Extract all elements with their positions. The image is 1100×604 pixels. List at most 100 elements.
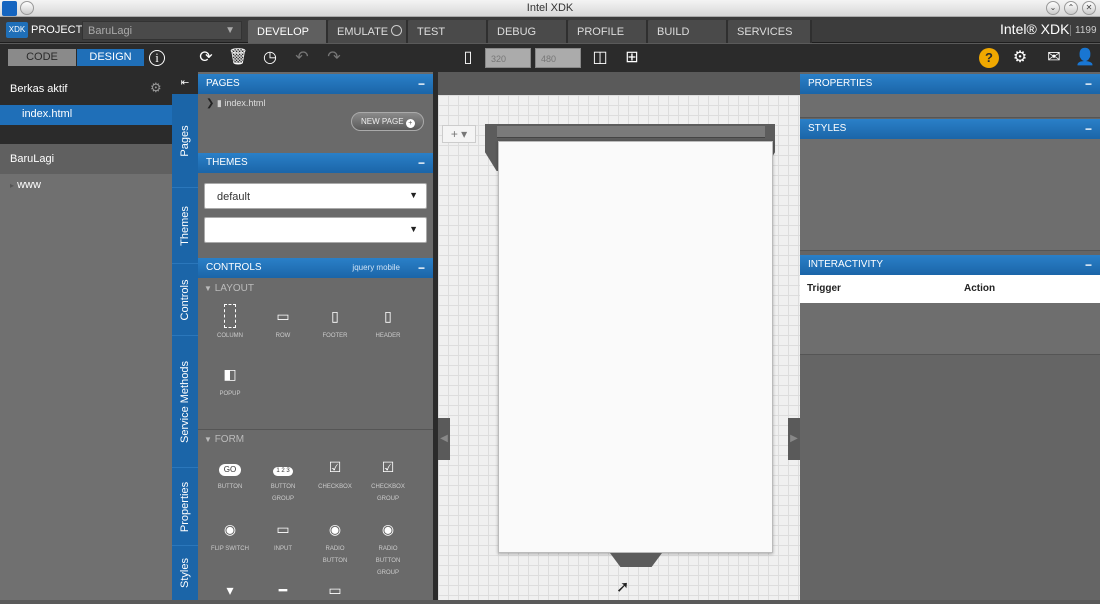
control-header[interactable]: ▯ HEADER — [363, 304, 413, 342]
control-textarea[interactable]: ▭ — [310, 578, 360, 604]
control-column[interactable]: COLUMN — [205, 304, 255, 342]
layout-section-header[interactable]: ▼ LAYOUT — [204, 283, 254, 294]
canvas-top-bar — [438, 72, 800, 95]
control-footer[interactable]: ▯ FOOTER — [310, 304, 360, 342]
project-selector[interactable]: BaruLagi ▼ — [82, 21, 242, 40]
themes-panel-header[interactable]: THEMES − — [198, 153, 433, 173]
code-mode-button[interactable]: CODE — [8, 49, 76, 66]
tab-controls[interactable]: Controls — [172, 264, 198, 336]
collapse-icon[interactable]: − — [1085, 119, 1092, 139]
project-header: BaruLagi — [0, 144, 172, 174]
divider — [198, 429, 433, 430]
control-button-group[interactable]: 1 2 3 BUTTON GROUP — [258, 455, 308, 505]
maximize-button[interactable]: ⌃ — [1064, 1, 1078, 15]
close-button[interactable]: ✕ — [1082, 1, 1096, 15]
app-icon — [2, 1, 17, 16]
page-item[interactable]: ❯ ▮ index.html — [206, 98, 265, 109]
row-icon: ▭ — [276, 308, 290, 324]
user-icon[interactable]: 👤 — [1075, 48, 1095, 68]
minimize-button[interactable]: ⌄ — [1046, 1, 1060, 15]
project-title: BaruLagi — [10, 153, 55, 165]
tab-profile[interactable]: PROFILE — [568, 20, 648, 43]
design-mode-button[interactable]: DESIGN — [77, 49, 144, 66]
properties-panel-header[interactable]: PROPERTIES − — [800, 74, 1100, 94]
control-flip-switch[interactable]: ◉ FLIP SWITCH — [205, 517, 255, 555]
top-bar: XDK PROJECTS BaruLagi ▼ DEVELOP EMULATE … — [0, 17, 1100, 43]
collapse-left-icon: ⇤ — [180, 77, 190, 89]
add-dropdown-button[interactable]: + ▾ — [442, 125, 476, 143]
theme-swatch-select[interactable]: ▼ — [204, 217, 427, 243]
trash-icon[interactable]: 🗑 — [228, 48, 248, 68]
checkbox-group-icon: ☑ — [381, 459, 395, 475]
undo-icon[interactable]: ↶ — [292, 48, 312, 68]
file-tree-panel: Berkas aktif ⚙ index.html BaruLagi ▸ www — [0, 72, 172, 600]
dropdown-arrow-icon: ▼ — [409, 224, 418, 234]
tab-build[interactable]: BUILD — [648, 20, 728, 43]
info-icon[interactable]: i — [149, 50, 165, 66]
control-row[interactable]: ▭ ROW — [258, 304, 308, 342]
control-radio-button-group[interactable]: ◉ RADIO BUTTON GROUP — [363, 517, 413, 579]
history-icon[interactable]: ◷ — [260, 48, 280, 68]
inspector-panel: PROPERTIES − STYLES − INTERACTIVITY − Trigg… — [800, 72, 1100, 600]
width-input[interactable]: 320 — [485, 48, 531, 68]
power-icon — [391, 25, 403, 36]
new-page-button[interactable]: NEW PAGE + — [351, 112, 424, 131]
tab-pages[interactable]: Pages — [172, 94, 198, 188]
folder-www[interactable]: ▸ www — [10, 179, 41, 191]
control-input[interactable]: ▭ INPUT — [258, 517, 308, 555]
pages-panel-header[interactable]: PAGES − — [198, 74, 433, 94]
height-input[interactable]: 480 — [535, 48, 581, 68]
window-title: Intel XDK — [526, 2, 574, 14]
control-checkbox-group[interactable]: ☑ CHECKBOX GROUP — [363, 455, 413, 505]
mouse-cursor-icon: ➚ — [616, 579, 630, 596]
controls-panel-header[interactable]: CONTROLS jquery mobile − — [198, 258, 433, 278]
collapse-icon[interactable]: − — [418, 258, 425, 278]
tab-develop[interactable]: DEVELOP — [248, 20, 328, 43]
gear-icon[interactable]: ⚙ — [1010, 48, 1030, 68]
help-icon[interactable]: ? — [979, 48, 999, 68]
control-popup[interactable]: ◧ POPUP — [205, 362, 255, 400]
device-screen[interactable] — [498, 141, 773, 553]
collapse-panel-button[interactable]: ⇤ — [172, 72, 198, 94]
collapse-left-panel-button[interactable]: ◀ — [438, 418, 450, 460]
tab-emulate[interactable]: EMULATE — [328, 20, 408, 43]
control-radio-button[interactable]: ◉ RADIO BUTTON — [310, 517, 360, 567]
action-column-header: Action — [964, 283, 996, 294]
header-icon: ▯ — [384, 308, 392, 324]
tab-service-methods[interactable]: Service Methods — [172, 336, 198, 468]
tab-debug[interactable]: DEBUG — [488, 20, 568, 43]
active-file-row[interactable]: index.html — [0, 105, 172, 125]
tab-styles[interactable]: Styles — [172, 546, 198, 600]
projects-link[interactable]: PROJECTS — [31, 17, 90, 43]
radio-group-icon: ◉ — [381, 521, 395, 537]
project-tree: ▸ www — [0, 174, 172, 600]
refresh-icon[interactable]: ⟳ — [196, 48, 216, 68]
tab-test[interactable]: TEST — [408, 20, 488, 43]
collapse-icon[interactable]: − — [1085, 255, 1092, 275]
redo-icon[interactable]: ↷ — [324, 48, 344, 68]
tab-properties[interactable]: Properties — [172, 468, 198, 546]
popup-icon: ◧ — [223, 366, 237, 382]
rotate-device-icon[interactable]: ◫ — [590, 48, 610, 68]
control-slider[interactable]: ━ — [258, 578, 308, 604]
collapse-icon[interactable]: − — [418, 153, 425, 173]
settings-gear-icon[interactable]: ⚙ — [150, 80, 162, 96]
tweet-icon[interactable]: ✉ — [1044, 48, 1064, 68]
control-button[interactable]: GO BUTTON — [205, 455, 255, 493]
control-checkbox[interactable]: ☑ CHECKBOX — [310, 455, 360, 493]
tab-services[interactable]: SERVICES — [728, 20, 812, 43]
interactivity-panel-header[interactable]: INTERACTIVITY − — [800, 255, 1100, 275]
version-label: 1199 — [1070, 25, 1097, 36]
ruler-icon[interactable]: ⊞ — [622, 48, 642, 68]
collapse-right-panel-button[interactable]: ▶ — [788, 418, 800, 460]
theme-select[interactable]: default ▼ — [204, 183, 427, 209]
form-section-header[interactable]: ▼ FORM — [204, 434, 244, 445]
collapse-icon[interactable]: − — [1085, 74, 1092, 94]
collapse-icon[interactable]: − — [418, 74, 425, 94]
tab-themes[interactable]: Themes — [172, 188, 198, 264]
control-select[interactable]: ▾ — [205, 578, 255, 604]
styles-panel-header[interactable]: STYLES − — [800, 119, 1100, 139]
device-icon[interactable]: ▯ — [458, 48, 478, 68]
window-menu-button[interactable] — [20, 1, 34, 15]
design-canvas[interactable]: + ▾ ➚ ◀ ▶ — [438, 95, 800, 600]
